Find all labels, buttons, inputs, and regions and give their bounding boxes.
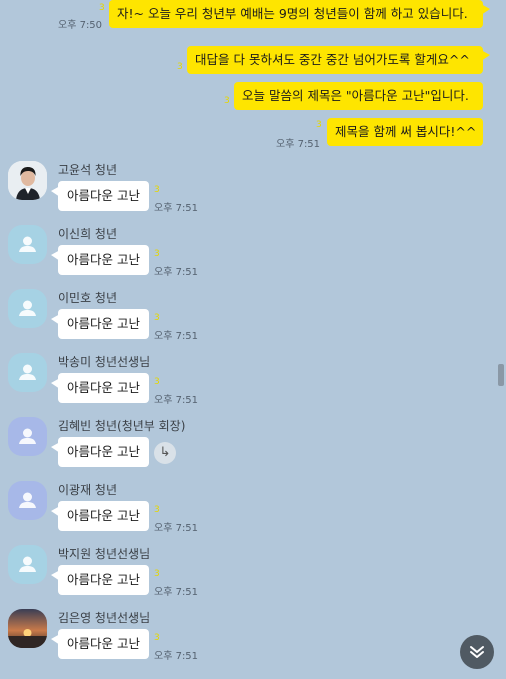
sender-name: 이광재 청년 [58,483,118,497]
unread-count: 3 [154,569,160,579]
incoming-message: 이광재 청년 아름다운 고난 3 오후 7:51 [0,481,506,545]
default-person-icon [19,364,36,380]
incoming-bubble[interactable]: 아름다운 고난 [51,245,149,275]
avatar[interactable] [8,353,47,392]
incoming-bubble[interactable]: 아름다운 고난 [51,629,149,659]
unread-count: 3 [154,313,160,323]
chat-message-list[interactable]: 오후 7:50 3 자!~ 오늘 우리 청년부 예배는 9명의 청년들이 함께 … [0,0,506,679]
incoming-message: 김은영 청년선생님 아름다운 고난 3 오후 7:51 [0,609,506,673]
incoming-bubble[interactable]: 아름다운 고난 [51,181,149,211]
profile-photo-icon [8,161,47,200]
avatar[interactable] [8,289,47,328]
sender-name: 김혜빈 청년(청년부 회장) [58,419,186,433]
avatar[interactable] [8,609,47,648]
unread-count: 3 [154,505,160,515]
message-time: 오후 7:51 [154,395,199,406]
unread-count: 3 [316,120,322,130]
unread-count: 3 [154,249,160,259]
message-time: 오후 7:51 [154,651,199,662]
message-time: 오후 7:51 [154,267,199,278]
default-person-icon [19,236,36,252]
message-time: 오후 7:51 [154,331,199,342]
outgoing-bubble[interactable]: 오늘 말씀의 제목은 "아름다운 고난"입니다. [234,82,483,110]
reply-icon[interactable]: ↳ [154,442,176,464]
incoming-message: 박지원 청년선생님 아름다운 고난 3 오후 7:51 [0,545,506,609]
message-time: 오후 7:50 [58,20,103,31]
outgoing-bubble[interactable]: 대답을 다 못하셔도 중간 중간 넘어가도록 할게요^^ [187,46,490,74]
avatar[interactable] [8,545,47,584]
message-time: 오후 7:51 [154,523,199,534]
avatar[interactable] [8,417,47,456]
avatar[interactable] [8,161,47,200]
incoming-message: 이신희 청년 아름다운 고난 3 오후 7:51 [0,225,506,289]
incoming-bubble[interactable]: 아름다운 고난 [51,437,149,467]
unread-count: 3 [154,185,160,195]
incoming-message: 고윤석 청년 아름다운 고난 3 오후 7:51 [0,161,506,225]
sender-name: 고윤석 청년 [58,163,118,177]
incoming-message: 이민호 청년 아름다운 고난 3 오후 7:51 [0,289,506,353]
chevron-down-double-icon [470,646,484,658]
incoming-bubble[interactable]: 아름다운 고난 [51,373,149,403]
default-person-icon [19,556,36,572]
unread-count: 3 [99,3,105,13]
sender-name: 박지원 청년선생님 [58,547,151,561]
incoming-bubble[interactable]: 아름다운 고난 [51,501,149,531]
outgoing-bubble[interactable]: 자!~ 오늘 우리 청년부 예배는 9명의 청년들이 함께 하고 있습니다. [109,0,490,28]
message-time: 오후 7:51 [154,203,199,214]
message-time: 오후 7:51 [276,139,321,150]
incoming-bubble[interactable]: 아름다운 고난 [51,565,149,595]
unread-count: 3 [177,62,183,72]
unread-count: 3 [224,96,230,106]
unread-count: 3 [154,377,160,387]
outgoing-bubble[interactable]: 제목을 함께 써 봅시다!^^ [327,118,483,146]
default-person-icon [19,300,36,316]
incoming-message: 김혜빈 청년(청년부 회장) 아름다운 고난 ↳ [0,417,506,481]
avatar[interactable] [8,481,47,520]
incoming-bubble[interactable]: 아름다운 고난 [51,309,149,339]
scrollbar-thumb[interactable] [498,364,504,386]
message-time: 오후 7:51 [154,587,199,598]
sunset-photo-icon [8,609,47,648]
default-person-icon [19,492,36,508]
unread-count: 3 [154,633,160,643]
default-person-icon [19,428,36,444]
sender-name: 이민호 청년 [58,291,118,305]
sender-name: 박송미 청년선생님 [58,355,151,369]
sender-name: 이신희 청년 [58,227,118,241]
sender-name: 김은영 청년선생님 [58,611,151,625]
incoming-message: 박송미 청년선생님 아름다운 고난 3 오후 7:51 [0,353,506,417]
scroll-to-bottom-button[interactable] [460,635,494,669]
avatar[interactable] [8,225,47,264]
